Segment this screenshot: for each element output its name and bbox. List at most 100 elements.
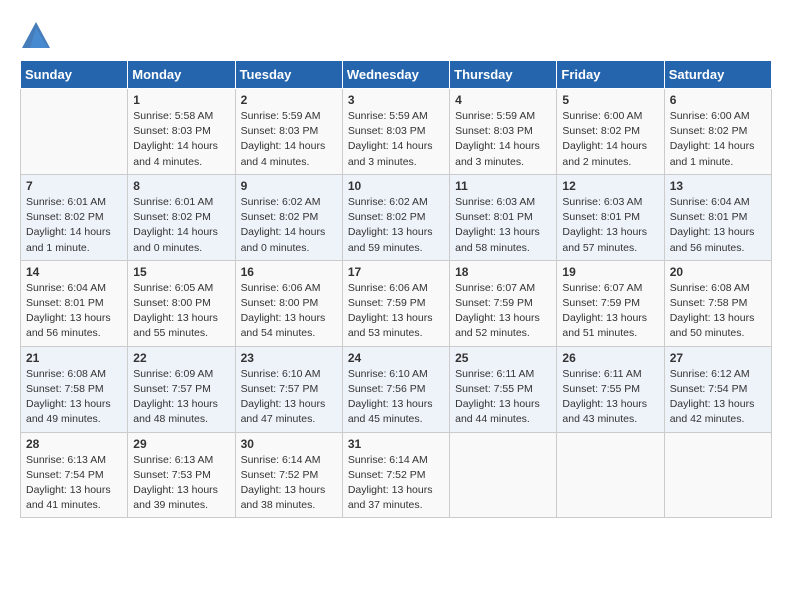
logo-icon	[20, 20, 50, 50]
day-info: Sunrise: 6:00 AM Sunset: 8:02 PM Dayligh…	[670, 109, 766, 170]
calendar-week-row: 21 Sunrise: 6:08 AM Sunset: 7:58 PM Dayli…	[21, 346, 772, 432]
calendar-week-row: 14 Sunrise: 6:04 AM Sunset: 8:01 PM Dayli…	[21, 260, 772, 346]
page-header	[20, 20, 772, 50]
day-info: Sunrise: 6:07 AM Sunset: 7:59 PM Dayligh…	[455, 281, 551, 342]
calendar-cell: 24 Sunrise: 6:10 AM Sunset: 7:56 PM Dayli…	[342, 346, 449, 432]
calendar-cell: 12 Sunrise: 6:03 AM Sunset: 8:01 PM Dayli…	[557, 174, 664, 260]
day-number: 20	[670, 265, 766, 279]
day-number: 9	[241, 179, 337, 193]
calendar-cell	[450, 432, 557, 518]
day-info: Sunrise: 6:05 AM Sunset: 8:00 PM Dayligh…	[133, 281, 229, 342]
day-number: 7	[26, 179, 122, 193]
calendar-header-row: SundayMondayTuesdayWednesdayThursdayFrid…	[21, 61, 772, 89]
day-number: 13	[670, 179, 766, 193]
day-info: Sunrise: 6:10 AM Sunset: 7:56 PM Dayligh…	[348, 367, 444, 428]
calendar-cell: 14 Sunrise: 6:04 AM Sunset: 8:01 PM Dayli…	[21, 260, 128, 346]
day-number: 30	[241, 437, 337, 451]
calendar-cell	[557, 432, 664, 518]
logo	[20, 20, 54, 50]
day-number: 31	[348, 437, 444, 451]
day-info: Sunrise: 5:58 AM Sunset: 8:03 PM Dayligh…	[133, 109, 229, 170]
calendar-cell: 28 Sunrise: 6:13 AM Sunset: 7:54 PM Dayli…	[21, 432, 128, 518]
calendar-week-row: 1 Sunrise: 5:58 AM Sunset: 8:03 PM Daylig…	[21, 89, 772, 175]
calendar-cell	[664, 432, 771, 518]
day-number: 12	[562, 179, 658, 193]
calendar-cell: 10 Sunrise: 6:02 AM Sunset: 8:02 PM Dayli…	[342, 174, 449, 260]
calendar-cell: 15 Sunrise: 6:05 AM Sunset: 8:00 PM Dayli…	[128, 260, 235, 346]
day-info: Sunrise: 6:12 AM Sunset: 7:54 PM Dayligh…	[670, 367, 766, 428]
day-number: 23	[241, 351, 337, 365]
day-number: 16	[241, 265, 337, 279]
calendar-week-row: 7 Sunrise: 6:01 AM Sunset: 8:02 PM Daylig…	[21, 174, 772, 260]
calendar-cell: 29Sunrise: 6:13 AM Sunset: 7:53 PM Dayli…	[128, 432, 235, 518]
day-info: Sunrise: 6:09 AM Sunset: 7:57 PM Dayligh…	[133, 367, 229, 428]
col-header-saturday: Saturday	[664, 61, 771, 89]
day-info: Sunrise: 6:02 AM Sunset: 8:02 PM Dayligh…	[241, 195, 337, 256]
day-info: Sunrise: 5:59 AM Sunset: 8:03 PM Dayligh…	[348, 109, 444, 170]
day-number: 4	[455, 93, 551, 107]
day-number: 27	[670, 351, 766, 365]
day-number: 18	[455, 265, 551, 279]
calendar-cell: 31 Sunrise: 6:14 AM Sunset: 7:52 PM Dayli…	[342, 432, 449, 518]
day-info: Sunrise: 6:11 AM Sunset: 7:55 PM Dayligh…	[562, 367, 658, 428]
calendar-cell: 17 Sunrise: 6:06 AM Sunset: 7:59 PM Dayli…	[342, 260, 449, 346]
day-info: Sunrise: 6:13 AM Sunset: 7:54 PM Dayligh…	[26, 453, 122, 514]
calendar-cell: 1 Sunrise: 5:58 AM Sunset: 8:03 PM Daylig…	[128, 89, 235, 175]
col-header-monday: Monday	[128, 61, 235, 89]
day-info: Sunrise: 6:08 AM Sunset: 7:58 PM Dayligh…	[26, 367, 122, 428]
calendar-cell: 18 Sunrise: 6:07 AM Sunset: 7:59 PM Dayli…	[450, 260, 557, 346]
day-number: 29	[133, 437, 229, 451]
calendar-cell: 7 Sunrise: 6:01 AM Sunset: 8:02 PM Daylig…	[21, 174, 128, 260]
calendar-cell: 27 Sunrise: 6:12 AM Sunset: 7:54 PM Dayli…	[664, 346, 771, 432]
day-info: Sunrise: 6:08 AM Sunset: 7:58 PM Dayligh…	[670, 281, 766, 342]
calendar-cell: 22 Sunrise: 6:09 AM Sunset: 7:57 PM Dayli…	[128, 346, 235, 432]
calendar-cell: 3 Sunrise: 5:59 AM Sunset: 8:03 PM Daylig…	[342, 89, 449, 175]
col-header-thursday: Thursday	[450, 61, 557, 89]
day-number: 14	[26, 265, 122, 279]
day-number: 8	[133, 179, 229, 193]
day-number: 24	[348, 351, 444, 365]
calendar-cell: 19 Sunrise: 6:07 AM Sunset: 7:59 PM Dayli…	[557, 260, 664, 346]
day-number: 28	[26, 437, 122, 451]
day-info: Sunrise: 6:04 AM Sunset: 8:01 PM Dayligh…	[670, 195, 766, 256]
day-info: Sunrise: 6:02 AM Sunset: 8:02 PM Dayligh…	[348, 195, 444, 256]
day-number: 5	[562, 93, 658, 107]
day-number: 22	[133, 351, 229, 365]
day-info: Sunrise: 6:04 AM Sunset: 8:01 PM Dayligh…	[26, 281, 122, 342]
calendar-cell	[21, 89, 128, 175]
calendar-cell: 21 Sunrise: 6:08 AM Sunset: 7:58 PM Dayli…	[21, 346, 128, 432]
day-number: 3	[348, 93, 444, 107]
calendar-cell: 30Sunrise: 6:14 AM Sunset: 7:52 PM Dayli…	[235, 432, 342, 518]
day-info: Sunrise: 6:10 AM Sunset: 7:57 PM Dayligh…	[241, 367, 337, 428]
day-info: Sunrise: 5:59 AM Sunset: 8:03 PM Dayligh…	[241, 109, 337, 170]
day-number: 15	[133, 265, 229, 279]
day-number: 10	[348, 179, 444, 193]
day-info: Sunrise: 6:14 AM Sunset: 7:52 PM Dayligh…	[348, 453, 444, 514]
col-header-sunday: Sunday	[21, 61, 128, 89]
day-number: 25	[455, 351, 551, 365]
day-number: 6	[670, 93, 766, 107]
calendar-week-row: 28 Sunrise: 6:13 AM Sunset: 7:54 PM Dayli…	[21, 432, 772, 518]
col-header-friday: Friday	[557, 61, 664, 89]
day-number: 17	[348, 265, 444, 279]
calendar-cell: 6 Sunrise: 6:00 AM Sunset: 8:02 PM Daylig…	[664, 89, 771, 175]
day-number: 1	[133, 93, 229, 107]
day-info: Sunrise: 6:01 AM Sunset: 8:02 PM Dayligh…	[133, 195, 229, 256]
day-info: Sunrise: 6:06 AM Sunset: 8:00 PM Dayligh…	[241, 281, 337, 342]
day-number: 19	[562, 265, 658, 279]
calendar-cell: 9 Sunrise: 6:02 AM Sunset: 8:02 PM Daylig…	[235, 174, 342, 260]
day-number: 21	[26, 351, 122, 365]
day-info: Sunrise: 6:01 AM Sunset: 8:02 PM Dayligh…	[26, 195, 122, 256]
calendar-cell: 11Sunrise: 6:03 AM Sunset: 8:01 PM Dayli…	[450, 174, 557, 260]
day-info: Sunrise: 6:00 AM Sunset: 8:02 PM Dayligh…	[562, 109, 658, 170]
col-header-wednesday: Wednesday	[342, 61, 449, 89]
calendar-cell: 8 Sunrise: 6:01 AM Sunset: 8:02 PM Daylig…	[128, 174, 235, 260]
calendar-cell: 16 Sunrise: 6:06 AM Sunset: 8:00 PM Dayli…	[235, 260, 342, 346]
calendar-cell: 13 Sunrise: 6:04 AM Sunset: 8:01 PM Dayli…	[664, 174, 771, 260]
day-info: Sunrise: 6:07 AM Sunset: 7:59 PM Dayligh…	[562, 281, 658, 342]
calendar-cell: 26 Sunrise: 6:11 AM Sunset: 7:55 PM Dayli…	[557, 346, 664, 432]
day-info: Sunrise: 6:03 AM Sunset: 8:01 PM Dayligh…	[562, 195, 658, 256]
day-number: 26	[562, 351, 658, 365]
day-info: Sunrise: 6:06 AM Sunset: 7:59 PM Dayligh…	[348, 281, 444, 342]
calendar-cell: 2Sunrise: 5:59 AM Sunset: 8:03 PM Daylig…	[235, 89, 342, 175]
